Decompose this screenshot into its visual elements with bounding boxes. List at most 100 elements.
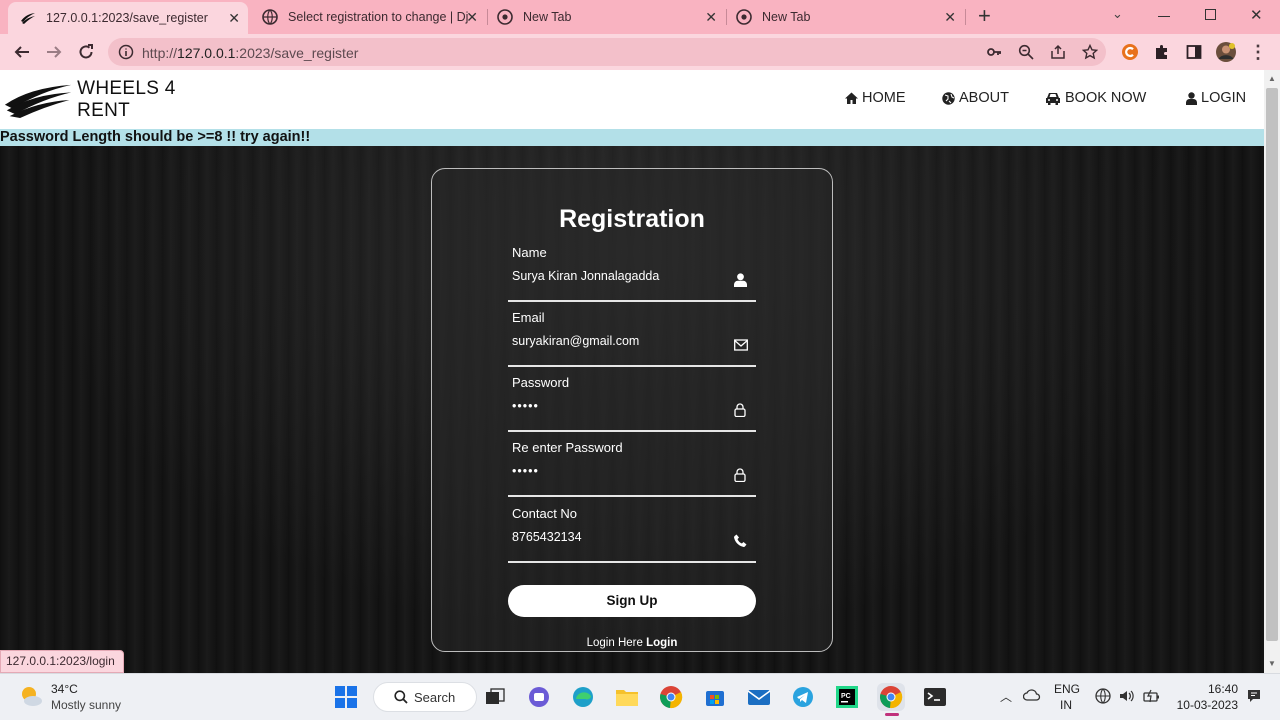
mail-icon[interactable] xyxy=(745,683,773,711)
key-icon[interactable] xyxy=(986,44,1002,65)
microsoft-store-icon[interactable] xyxy=(701,683,729,711)
lock-icon xyxy=(734,403,748,418)
close-tab-icon[interactable]: ✕ xyxy=(944,9,956,26)
active-app-indicator xyxy=(885,713,899,716)
reload-icon[interactable] xyxy=(70,34,102,70)
share-icon[interactable] xyxy=(1050,44,1066,65)
weather-widget[interactable] xyxy=(18,683,44,714)
zoom-icon[interactable] xyxy=(1018,44,1034,65)
bookmark-star-icon[interactable] xyxy=(1081,43,1099,65)
clock-time[interactable]: 16:40 xyxy=(1176,682,1238,696)
windows-start-icon[interactable] xyxy=(332,683,360,711)
browser-menu-icon[interactable]: ⋮ xyxy=(1242,34,1274,70)
url-prefix: http:// xyxy=(142,45,178,61)
extension-c-icon[interactable] xyxy=(1114,34,1146,70)
sign-up-button[interactable]: Sign Up xyxy=(508,585,756,617)
nav-login-label: LOGIN xyxy=(1201,90,1247,106)
notifications-icon[interactable] xyxy=(1247,689,1261,708)
name-input[interactable]: Surya Kiran Jonnalagadda xyxy=(512,269,659,283)
tab-new-tab-2[interactable]: New Tab ✕ xyxy=(736,0,964,34)
terminal-icon[interactable] xyxy=(921,683,949,711)
network-globe-icon[interactable] xyxy=(1095,688,1111,709)
file-explorer-icon[interactable] xyxy=(613,683,641,711)
scroll-up-icon[interactable]: ▲ xyxy=(1268,74,1276,83)
teams-chat-icon[interactable] xyxy=(525,683,553,711)
email-field[interactable]: Email suryakiran@gmail.com xyxy=(508,310,756,367)
search-label: Search xyxy=(414,689,456,705)
confirm-password-input[interactable]: ••••• xyxy=(512,464,539,478)
taskbar-search[interactable]: Search xyxy=(373,682,477,712)
close-tab-icon[interactable]: ✕ xyxy=(228,10,240,27)
globe-icon xyxy=(942,91,955,105)
tab-search-chevron-icon[interactable]: ⌄ xyxy=(1112,6,1123,22)
tab-save-register[interactable]: 127.0.0.1:2023/save_register ✕ xyxy=(8,2,248,34)
password-input[interactable]: ••••• xyxy=(512,399,539,413)
search-icon xyxy=(394,690,408,704)
profile-avatar[interactable] xyxy=(1210,34,1242,70)
user-icon xyxy=(1186,91,1197,105)
tray-chevron-icon[interactable]: ︿ xyxy=(1000,688,1012,705)
tab-title: New Tab xyxy=(762,10,811,24)
password-field[interactable]: Password ••••• xyxy=(508,375,756,432)
name-label: Name xyxy=(512,245,547,260)
nav-home-link[interactable]: HOME xyxy=(845,90,906,106)
volume-icon[interactable] xyxy=(1119,688,1135,709)
nav-book-now-label: BOOK NOW xyxy=(1065,90,1147,106)
nav-about-label: ABOUT xyxy=(959,90,1009,106)
tab-title: 127.0.0.1:2023/save_register xyxy=(46,11,208,25)
close-tab-icon[interactable]: ✕ xyxy=(705,9,717,26)
login-prompt: Login Here Login xyxy=(432,637,832,649)
telegram-icon[interactable] xyxy=(789,683,817,711)
chrome-favicon-icon xyxy=(736,9,752,25)
onedrive-cloud-icon[interactable] xyxy=(1022,688,1041,707)
status-bubble: 127.0.0.1:2023/login xyxy=(0,650,124,673)
brand-name: WHEELS 4 RENT xyxy=(77,77,176,121)
nav-book-now-link[interactable]: BOOK NOW xyxy=(1045,90,1146,106)
extensions-puzzle-icon[interactable] xyxy=(1146,34,1178,70)
tab-separator xyxy=(487,9,488,25)
chrome-icon[interactable] xyxy=(657,683,685,711)
pycharm-icon[interactable]: PC xyxy=(833,683,861,711)
site-info-icon[interactable] xyxy=(118,44,134,65)
tab-select-registration[interactable]: Select registration to change | Dj ✕ xyxy=(258,0,486,34)
tab-new-tab-1[interactable]: New Tab ✕ xyxy=(497,0,725,34)
restore-window-icon[interactable] xyxy=(1205,9,1216,20)
lang-top[interactable]: ENG xyxy=(1054,682,1080,696)
nav-about-link[interactable]: ABOUT xyxy=(942,90,1009,106)
clock-date[interactable]: 10-03-2023 xyxy=(1170,698,1238,712)
home-icon xyxy=(845,92,858,104)
side-panel-icon[interactable] xyxy=(1178,34,1210,70)
email-input[interactable]: suryakiran@gmail.com xyxy=(512,334,639,348)
task-view-icon[interactable] xyxy=(481,683,509,711)
brand-logo[interactable]: WHEELS 4 RENT xyxy=(0,70,226,129)
contact-input[interactable]: 8765432134 xyxy=(512,530,582,544)
chrome-active-icon[interactable] xyxy=(877,683,905,711)
url-host: 127.0.0.1 xyxy=(177,45,236,61)
minimize-window-icon[interactable] xyxy=(1158,16,1170,17)
confirm-password-field[interactable]: Re enter Password ••••• xyxy=(508,440,756,497)
scrollbar-thumb[interactable] xyxy=(1266,88,1278,641)
url-rest: :2023/save_register xyxy=(235,45,359,61)
close-tab-icon[interactable]: ✕ xyxy=(466,9,478,26)
login-link[interactable]: Login xyxy=(646,637,677,649)
battery-icon[interactable] xyxy=(1143,688,1161,709)
site-navbar: WHEELS 4 RENT HOME ABOUT BOOK NOW LOGIN xyxy=(0,70,1264,129)
nav-login-link[interactable]: LOGIN xyxy=(1186,90,1246,106)
close-window-icon[interactable]: ✕ xyxy=(1250,6,1263,24)
page-scrollbar[interactable]: ▲ ▼ xyxy=(1264,70,1280,673)
name-field[interactable]: Name Surya Kiran Jonnalagadda xyxy=(508,245,756,302)
scroll-down-icon[interactable]: ▼ xyxy=(1268,659,1276,668)
address-bar[interactable]: http://127.0.0.1:2023/save_register xyxy=(108,38,1106,66)
envelope-icon xyxy=(734,338,748,352)
contact-field[interactable]: Contact No 8765432134 xyxy=(508,506,756,563)
forward-arrow-icon[interactable] xyxy=(38,34,70,70)
login-prompt-text: Login Here xyxy=(586,637,643,649)
password-label: Password xyxy=(512,375,570,390)
edge-browser-icon[interactable] xyxy=(569,683,597,711)
new-tab-button[interactable]: + xyxy=(978,4,991,28)
lock-icon xyxy=(734,468,748,483)
tab-separator xyxy=(726,9,727,25)
back-arrow-icon[interactable] xyxy=(6,34,38,70)
lang-bottom[interactable]: IN xyxy=(1054,698,1078,712)
form-title: Registration xyxy=(559,205,705,233)
